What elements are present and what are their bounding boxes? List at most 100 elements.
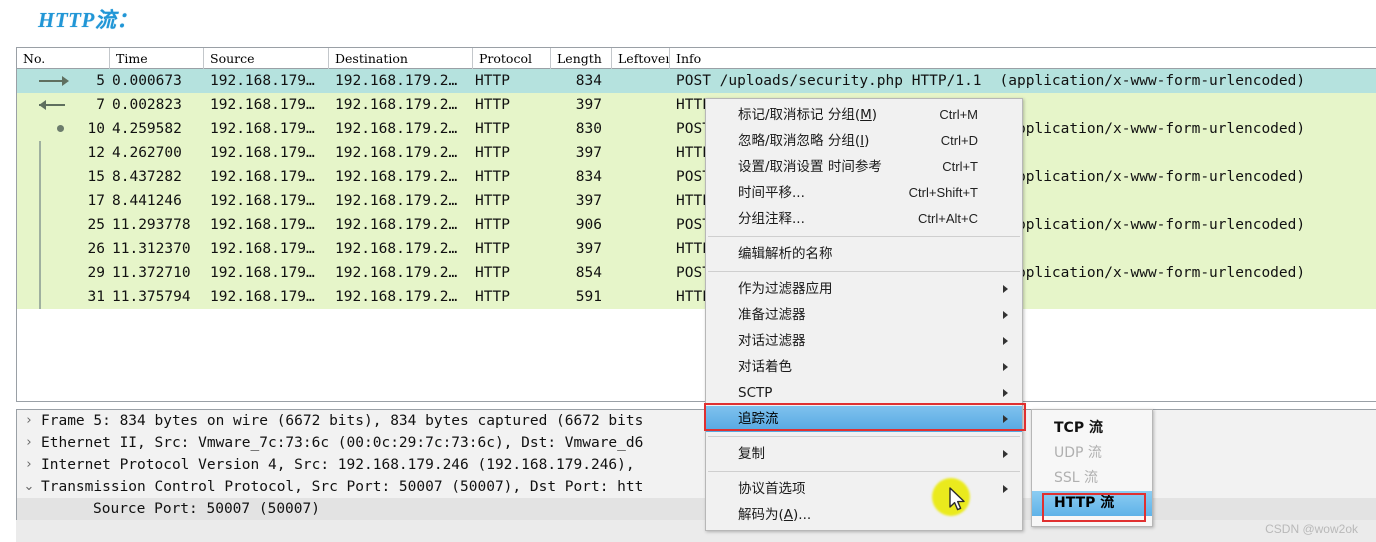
- context-menu-item[interactable]: 编辑解析的名称: [706, 241, 1022, 267]
- response-arrow-icon: [39, 93, 69, 117]
- packet-cell-source: 192.168.179…: [210, 97, 315, 113]
- column-header-protocol[interactable]: Protocol: [473, 48, 551, 69]
- request-arrow-icon: [39, 69, 69, 93]
- menu-item-label: 作为过滤器应用: [738, 281, 833, 297]
- packet-cell-source: 192.168.179…: [210, 73, 315, 89]
- column-header-no[interactable]: No.: [17, 48, 110, 69]
- packet-cell-time: 0.002823: [112, 97, 182, 113]
- packet-cell-source: 192.168.179…: [210, 217, 315, 233]
- context-menu-item[interactable]: 解码为(A)...: [706, 502, 1022, 528]
- menu-item-shortcut: Ctrl+T: [942, 159, 978, 174]
- packet-row[interactable]: 5 0.000673 192.168.179… 192.168.179.2… HTTP 8…: [17, 69, 1376, 93]
- column-header-leftover[interactable]: Leftoveı: [612, 48, 670, 69]
- submenu-arrow-icon: [1003, 337, 1008, 345]
- column-header-destination[interactable]: Destination: [329, 48, 473, 69]
- packet-cell-time: 11.375794: [112, 289, 191, 305]
- context-menu-item[interactable]: SCTP: [706, 380, 1022, 406]
- context-menu-item[interactable]: 设置/取消设置 时间参考 Ctrl+T: [706, 154, 1022, 180]
- packet-context-menu[interactable]: 标记/取消标记 分组(M) Ctrl+M 忽略/取消忽略 分组(I) Ctrl+D 设置…: [704, 98, 1026, 531]
- packet-row[interactable]: 12 4.262700 192.168.179… 192.168.179.2… HTTP…: [17, 141, 1376, 165]
- submenu-item[interactable]: TCP 流: [1032, 416, 1152, 441]
- packet-list-pane[interactable]: No. Time Source Destination Protocol Len…: [16, 47, 1376, 402]
- packet-cell-source: 192.168.179…: [210, 265, 315, 281]
- context-menu-item[interactable]: 标记/取消标记 分组(M) Ctrl+M: [706, 102, 1022, 128]
- submenu-arrow-icon: [1003, 450, 1008, 458]
- packet-cell-leftover: [612, 141, 670, 165]
- context-menu-item[interactable]: 准备过滤器: [706, 302, 1022, 328]
- menu-item-label: 忽略/取消忽略 分组(I): [738, 133, 870, 149]
- follow-stream-submenu[interactable]: TCP 流 UDP 流 SSL 流 HTTP 流: [1031, 409, 1153, 527]
- detail-row-text: Ethernet II, Src: Vmware_7c:73:6c (00:0c…: [41, 435, 644, 451]
- column-header-info[interactable]: Info: [670, 48, 1370, 69]
- chevron-down-icon[interactable]: ⌄: [17, 476, 41, 498]
- menu-item-label: 编辑解析的名称: [738, 246, 833, 262]
- menu-separator: [708, 236, 1020, 237]
- packet-row[interactable]: 31 11.375794 192.168.179… 192.168.179.2… HTT…: [17, 285, 1376, 309]
- packet-row[interactable]: 7 0.002823 192.168.179… 192.168.179.2… HTTP 3…: [17, 93, 1376, 117]
- packet-row[interactable]: 15 8.437282 192.168.179… 192.168.179.2… HTTP…: [17, 165, 1376, 189]
- column-header-length[interactable]: Length: [551, 48, 612, 69]
- packet-cell-protocol: HTTP: [475, 97, 510, 113]
- packet-cell-source: 192.168.179…: [210, 193, 315, 209]
- column-header-time[interactable]: Time: [110, 48, 204, 69]
- menu-mnemonic: A: [783, 507, 794, 523]
- detail-field-row[interactable]: Source Port: 50007 (50007): [17, 498, 1376, 520]
- chevron-right-icon[interactable]: ›: [17, 432, 41, 454]
- packet-info-summary: POST /uploads/security.php HTTP/1.1: [676, 73, 982, 89]
- menu-mnemonic: M: [860, 107, 872, 123]
- packet-cell-leftover: [612, 285, 670, 309]
- menu-item-label: 分组注释...: [738, 211, 805, 227]
- context-menu-item[interactable]: 作为过滤器应用: [706, 276, 1022, 302]
- wireshark-window: HTTP流： No. Time Source Destination Proto…: [0, 0, 1376, 542]
- packet-cell-protocol: HTTP: [475, 193, 510, 209]
- packet-cell-length: 906: [575, 217, 602, 233]
- context-menu-item[interactable]: 协议首选项: [706, 476, 1022, 502]
- related-packet-tick-icon: [39, 285, 69, 309]
- packet-cell-length: 397: [575, 97, 602, 113]
- detail-tree-row[interactable]: ⌄ Transmission Control Protocol, Src Port…: [17, 476, 1376, 498]
- packet-cell-destination: 192.168.179.2…: [335, 97, 458, 113]
- menu-item-label: 准备过滤器: [738, 307, 806, 323]
- packet-cell-protocol: HTTP: [475, 289, 510, 305]
- packet-row[interactable]: 26 11.312370 192.168.179… 192.168.179.2… HTT…: [17, 237, 1376, 261]
- packet-cell-destination: 192.168.179.2…: [335, 193, 458, 209]
- submenu-arrow-icon: [1003, 415, 1008, 423]
- context-menu-item[interactable]: 忽略/取消忽略 分组(I) Ctrl+D: [706, 128, 1022, 154]
- chevron-right-icon[interactable]: ›: [17, 454, 41, 476]
- related-packet-tick-icon: [39, 237, 69, 261]
- packet-row[interactable]: 25 11.293778 192.168.179… 192.168.179.2… HTT…: [17, 213, 1376, 237]
- detail-tree-row[interactable]: › Internet Protocol Version 4, Src: 192.1…: [17, 454, 1376, 476]
- context-menu-item[interactable]: 分组注释... Ctrl+Alt+C: [706, 206, 1022, 232]
- csdn-watermark: CSDN @wow2ok: [1265, 522, 1358, 536]
- detail-row-text: Transmission Control Protocol, Src Port:…: [41, 479, 644, 495]
- related-packet-tick-icon: [39, 261, 69, 285]
- context-menu-item[interactable]: 时间平移... Ctrl+Shift+T: [706, 180, 1022, 206]
- related-packet-tick-icon: [39, 165, 69, 189]
- menu-item-label: 解码为(A)...: [738, 507, 812, 523]
- packet-row[interactable]: 29 11.372710 192.168.179… 192.168.179.2… HTT…: [17, 261, 1376, 285]
- menu-separator: [708, 436, 1020, 437]
- packet-cell-time: 0.000673: [112, 73, 182, 89]
- submenu-item[interactable]: HTTP 流: [1032, 491, 1152, 516]
- packet-cell-leftover: [612, 237, 670, 261]
- chevron-right-icon[interactable]: ›: [17, 410, 41, 432]
- packet-list-rows: 5 0.000673 192.168.179… 192.168.179.2… HTTP 8…: [17, 69, 1376, 309]
- packet-row[interactable]: 17 8.441246 192.168.179… 192.168.179.2… HTTP…: [17, 189, 1376, 213]
- packet-info-content-type: (application/x-www-form-urlencoded): [999, 73, 1306, 89]
- context-menu-item[interactable]: 追踪流: [704, 403, 1026, 432]
- context-menu-item[interactable]: 对话过滤器: [706, 328, 1022, 354]
- packet-row[interactable]: 10 4.259582 192.168.179… 192.168.179.2… HTTP…: [17, 117, 1376, 141]
- menu-item-label: 设置/取消设置 时间参考: [738, 159, 882, 175]
- column-header-source[interactable]: Source: [204, 48, 329, 69]
- detail-tree-row[interactable]: › Frame 5: 834 bytes on wire (6672 bits),…: [17, 410, 1376, 432]
- packet-cell-destination: 192.168.179.2…: [335, 169, 458, 185]
- packet-cell-length: 397: [575, 193, 602, 209]
- submenu-arrow-icon: [1003, 363, 1008, 371]
- packet-list-header[interactable]: No. Time Source Destination Protocol Len…: [17, 48, 1376, 69]
- context-menu-item[interactable]: 对话着色: [706, 354, 1022, 380]
- detail-tree-row[interactable]: › Ethernet II, Src: Vmware_7c:73:6c (00:0…: [17, 432, 1376, 454]
- menu-item-label: 对话过滤器: [738, 333, 806, 349]
- packet-cell-time: 11.312370: [112, 241, 191, 257]
- packet-detail-pane[interactable]: › Frame 5: 834 bytes on wire (6672 bits),…: [16, 409, 1376, 532]
- context-menu-item[interactable]: 复制: [706, 441, 1022, 467]
